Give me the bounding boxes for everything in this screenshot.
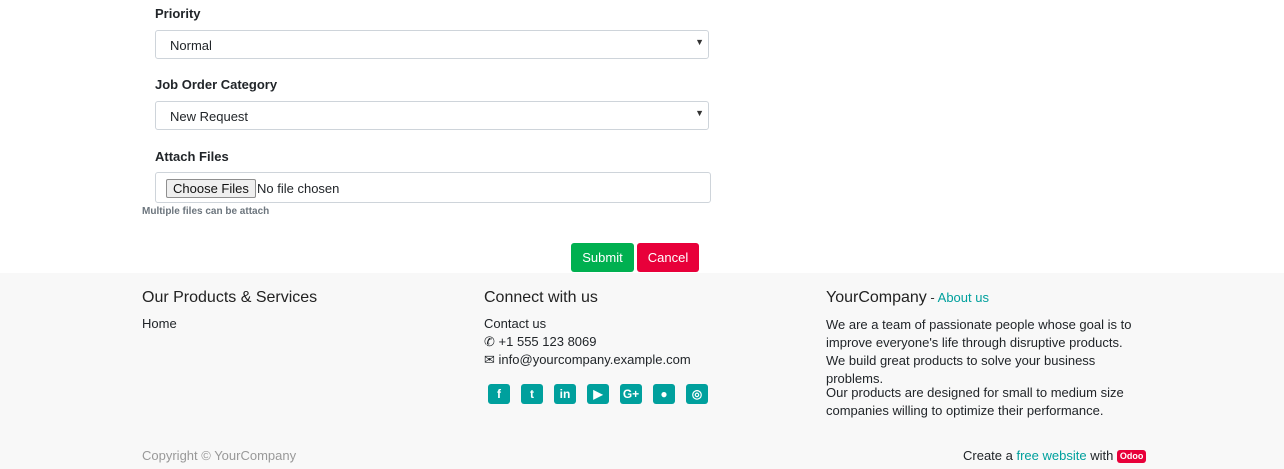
email-line: ✉ info@yourcompany.example.com — [484, 352, 691, 368]
chevron-down-icon: ▼ — [695, 108, 704, 118]
priority-label: Priority — [155, 6, 201, 21]
about-paragraph-2: Our products are designed for small to m… — [826, 385, 1124, 418]
chevron-down-icon: ▼ — [695, 37, 704, 47]
create-prefix: Create a — [963, 448, 1017, 463]
no-file-text: No file chosen — [257, 181, 340, 196]
home-link[interactable]: Home — [142, 316, 177, 331]
choose-files-button[interactable]: Choose Files — [166, 179, 256, 198]
category-label: Job Order Category — [155, 77, 278, 92]
social-icons: f t in ▶ G+ ● ◎ — [488, 384, 708, 404]
odoo-badge[interactable]: Odoo — [1116, 450, 1147, 464]
copyright: Copyright © YourCompany — [142, 448, 297, 463]
about-link[interactable]: About us — [938, 290, 989, 305]
company-name: YourCompany — [826, 289, 927, 306]
phone-line: ✆ +1 555 123 8069 — [484, 334, 597, 350]
footer: Our Products & Services Home Connect wit… — [0, 273, 1284, 469]
contact-link[interactable]: Contact us — [484, 316, 546, 331]
phone-icon: ✆ — [484, 334, 495, 349]
twitter-icon[interactable]: t — [521, 384, 543, 404]
file-input[interactable]: Choose Files No file chosen — [155, 172, 711, 203]
linkedin-icon[interactable]: in — [554, 384, 576, 404]
powered-by: Create a free website with Odoo — [963, 448, 1147, 464]
attach-label: Attach Files — [155, 149, 229, 164]
company-heading: YourCompany - About us — [826, 289, 989, 307]
products-heading: Our Products & Services — [142, 289, 318, 306]
connect-heading: Connect with us — [484, 289, 598, 306]
youtube-icon[interactable]: ▶ — [587, 384, 609, 404]
instagram-icon[interactable]: ◎ — [686, 384, 708, 404]
phone-number: +1 555 123 8069 — [498, 334, 597, 349]
submit-button[interactable]: Submit — [571, 243, 634, 272]
category-select[interactable]: New Request ▼ — [155, 101, 709, 130]
github-icon[interactable]: ● — [653, 384, 675, 404]
create-with: with — [1086, 448, 1117, 463]
envelope-icon: ✉ — [484, 352, 495, 367]
free-website-link[interactable]: free website — [1016, 448, 1086, 463]
facebook-icon[interactable]: f — [488, 384, 510, 404]
category-value: New Request — [170, 109, 249, 124]
priority-select[interactable]: Normal ▼ — [155, 30, 709, 59]
attach-hint: Multiple files can be attach — [142, 206, 270, 217]
google-plus-icon[interactable]: G+ — [620, 384, 642, 404]
about-separator: - — [926, 290, 938, 305]
email-address: info@yourcompany.example.com — [498, 352, 691, 367]
priority-value: Normal — [170, 38, 212, 53]
about-paragraph-1: We are a team of passionate people whose… — [826, 317, 1132, 386]
cancel-button[interactable]: Cancel — [637, 243, 699, 272]
